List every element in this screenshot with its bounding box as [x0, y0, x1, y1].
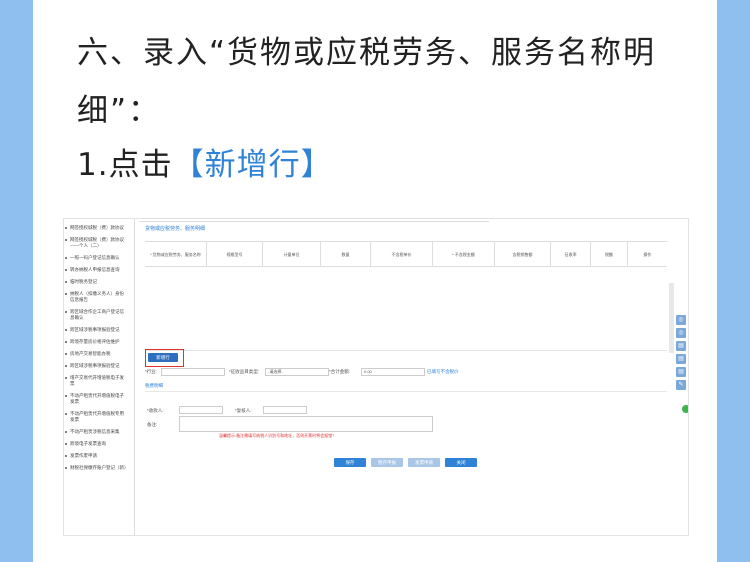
remark-textarea[interactable] — [179, 416, 433, 432]
industry-label: *行业: — [145, 369, 158, 374]
total-label: *合计金额: — [329, 369, 351, 374]
sidebar-item[interactable]: 增产交易代开增值税电子发票 — [64, 375, 128, 387]
highlight-box — [145, 349, 184, 367]
warning-text: 温馨提示:备注需填写纳税人识别号和地址，否则开票时将会报错！ — [219, 433, 337, 438]
chat-icon[interactable] — [682, 405, 688, 413]
column-header: 征收率 — [551, 242, 592, 266]
column-header: 计量单位 — [263, 242, 321, 266]
sidebar-item[interactable]: 跨区域涉税事项报验登记 — [64, 327, 128, 333]
sidebar-item[interactable]: 不动产租赁代开增值税电子发票 — [64, 393, 128, 405]
table-scrollbar[interactable] — [669, 283, 674, 353]
sidebar-item[interactable]: 一照一码户登记信息确认 — [64, 255, 128, 261]
column-header: 操作 — [643, 251, 652, 257]
reviewer-label: *复核人: — [235, 408, 252, 413]
temp-save-button[interactable]: 暂存申报 — [371, 458, 403, 467]
sidebar-item[interactable]: 发票作废申请 — [64, 453, 128, 459]
toolbar-icon[interactable]: ▤ — [676, 341, 686, 351]
tab-goods-detail[interactable]: 货物或应税劳务、服务明细 — [145, 225, 205, 232]
goods-table-body — [145, 265, 667, 351]
column-header: 含税销售额 — [495, 242, 552, 266]
section-heading: 六、录入“货物或应税劳务、服务名称明细”： — [77, 35, 657, 129]
toolbar-icon[interactable]: ◎ — [676, 315, 686, 325]
toolbar-icon[interactable]: ◎ — [676, 328, 686, 338]
levy-type-select[interactable]: -请选择- — [265, 368, 329, 376]
industry-input[interactable] — [161, 368, 225, 376]
sidebar-item[interactable]: 跨境存量房价格评估维护 — [64, 339, 128, 345]
levy-type-label: *征收品目类型: — [229, 369, 260, 374]
right-toolbar: ◎ ◎ ▤ ▤ ▤ ✎ — [676, 315, 688, 393]
remark-label: 备注: — [147, 422, 158, 427]
step-prefix: 1.点击 — [77, 147, 173, 183]
toolbar-icon[interactable]: ✎ — [676, 380, 686, 390]
column-header: 数量 — [321, 242, 372, 266]
sidebar-item[interactable]: 网签授权城税（费）款协议 — [64, 225, 128, 231]
sidebar-item[interactable]: 跨区域合作企工商户登记信息确认 — [64, 309, 128, 321]
step-highlight: 【新增行】 — [172, 147, 333, 183]
payee-label: *收款人: — [147, 408, 164, 413]
divider — [145, 350, 667, 351]
sidebar-item[interactable]: 不动产租赁代开增值税专用发票 — [64, 411, 128, 423]
divider — [145, 391, 667, 392]
column-header: 不含税单价 — [371, 242, 434, 266]
sidebar: 网签授权城税（费）款协议 网签授权城税（费）款协议——个人（二） 一照一码户登记… — [64, 219, 135, 535]
embedded-screenshot: 网签授权城税（费）款协议 网签授权城税（费）款协议——个人（二） 一照一码户登记… — [63, 218, 689, 536]
divider — [139, 221, 489, 222]
sidebar-item[interactable]: 房地产交易智能办税 — [64, 351, 128, 357]
column-header: * 不含税金额 — [433, 242, 495, 266]
sidebar-item[interactable]: 不动产租赁涉税信息采集 — [64, 429, 128, 435]
tax-included-link[interactable]: 已填写不含税价 — [427, 369, 459, 375]
sidebar-item[interactable]: 财税社保缴存账户登记（新） — [64, 465, 129, 471]
payee-input[interactable] — [179, 406, 223, 414]
step-instruction: 1.点击【新增行】 — [77, 142, 333, 188]
sidebar-item[interactable]: 跨境电子发票查询 — [64, 441, 128, 447]
sidebar-item[interactable]: 跨区域涉税事项报验登记 — [64, 363, 128, 369]
sidebar-item[interactable]: 临时税务登记 — [64, 279, 128, 285]
main-panel: 货物或应税劳务、服务明细 * 货物或应税劳务、服务名称 规格型号 计量单位 数量… — [139, 219, 679, 535]
toolbar-icon[interactable]: ▤ — [676, 367, 686, 377]
column-header: 税额 — [591, 242, 628, 266]
save-button[interactable]: 保存 — [334, 458, 366, 467]
toolbar-icon[interactable]: ▤ — [676, 354, 686, 364]
column-header: 规格型号 — [207, 242, 263, 266]
reviewer-input[interactable] — [263, 406, 307, 414]
invoice-apply-button[interactable]: 发票申请 — [408, 458, 440, 467]
total-input[interactable]: 0.00 — [361, 368, 425, 376]
goods-table-header: * 货物或应税劳务、服务名称 规格型号 计量单位 数量 不含税单价 * 不含税金… — [145, 241, 667, 267]
sidebar-item[interactable]: 转办纳税人申报信息查询 — [64, 267, 128, 273]
close-button[interactable]: 关闭 — [445, 458, 477, 467]
sidebar-item[interactable]: 网签授权城税（费）款协议——个人（二） — [64, 237, 128, 249]
sidebar-item[interactable]: 纳税人（扣缴义务人）身份信息报告 — [64, 291, 128, 303]
tax-detail-link[interactable]: 税费明细 — [145, 383, 163, 389]
column-header: * 货物或应税劳务、服务名称 — [145, 242, 207, 266]
